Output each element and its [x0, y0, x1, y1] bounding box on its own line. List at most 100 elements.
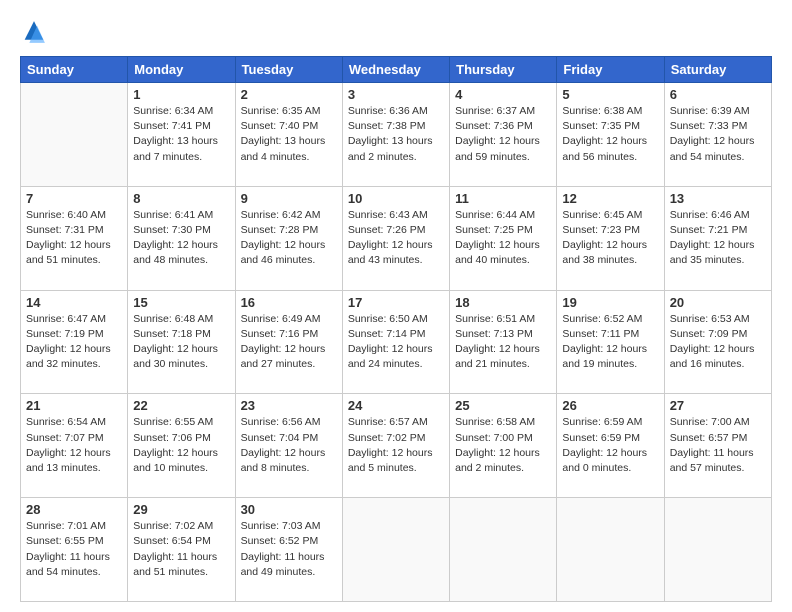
- day-info: Sunrise: 6:41 AMSunset: 7:30 PMDaylight:…: [133, 208, 229, 269]
- day-info-line: Daylight: 12 hours: [133, 238, 229, 253]
- day-info-line: Sunset: 7:07 PM: [26, 431, 122, 446]
- calendar-week-row: 7Sunrise: 6:40 AMSunset: 7:31 PMDaylight…: [21, 186, 772, 290]
- day-info-line: Daylight: 12 hours: [348, 342, 444, 357]
- day-info-line: Sunrise: 6:38 AM: [562, 104, 658, 119]
- day-info-line: Sunrise: 6:47 AM: [26, 312, 122, 327]
- day-number: 21: [26, 398, 122, 413]
- day-info-line: Daylight: 12 hours: [241, 342, 337, 357]
- day-info: Sunrise: 6:56 AMSunset: 7:04 PMDaylight:…: [241, 415, 337, 476]
- day-info-line: Sunset: 7:26 PM: [348, 223, 444, 238]
- calendar-cell: 28Sunrise: 7:01 AMSunset: 6:55 PMDayligh…: [21, 498, 128, 602]
- day-info-line: Sunrise: 6:43 AM: [348, 208, 444, 223]
- day-info-line: Daylight: 13 hours: [348, 134, 444, 149]
- day-info-line: Sunrise: 6:35 AM: [241, 104, 337, 119]
- day-info: Sunrise: 6:38 AMSunset: 7:35 PMDaylight:…: [562, 104, 658, 165]
- day-info-line: and 10 minutes.: [133, 461, 229, 476]
- day-number: 19: [562, 295, 658, 310]
- day-info-line: Daylight: 12 hours: [562, 342, 658, 357]
- day-info: Sunrise: 6:39 AMSunset: 7:33 PMDaylight:…: [670, 104, 766, 165]
- day-info-line: Daylight: 12 hours: [562, 446, 658, 461]
- day-info: Sunrise: 7:00 AMSunset: 6:57 PMDaylight:…: [670, 415, 766, 476]
- day-info-line: Daylight: 12 hours: [562, 134, 658, 149]
- day-number: 25: [455, 398, 551, 413]
- day-info-line: and 49 minutes.: [241, 565, 337, 580]
- day-number: 14: [26, 295, 122, 310]
- day-info-line: Sunset: 7:41 PM: [133, 119, 229, 134]
- day-number: 18: [455, 295, 551, 310]
- calendar-cell: 29Sunrise: 7:02 AMSunset: 6:54 PMDayligh…: [128, 498, 235, 602]
- day-info-line: Daylight: 12 hours: [670, 238, 766, 253]
- calendar-cell: 21Sunrise: 6:54 AMSunset: 7:07 PMDayligh…: [21, 394, 128, 498]
- day-info-line: Sunrise: 6:58 AM: [455, 415, 551, 430]
- calendar-cell: 18 Sunrise: 6:51 AMSunset: 7:13 PMDayligh…: [450, 290, 557, 394]
- calendar-table: SundayMondayTuesdayWednesdayThursdayFrid…: [20, 56, 772, 602]
- day-info-line: Sunrise: 6:50 AM: [348, 312, 444, 327]
- day-info-line: and 19 minutes.: [562, 357, 658, 372]
- day-info-line: Sunrise: 6:46 AM: [670, 208, 766, 223]
- calendar-cell: 27Sunrise: 7:00 AMSunset: 6:57 PMDayligh…: [664, 394, 771, 498]
- day-number: 12: [562, 191, 658, 206]
- day-info: Sunrise: 7:02 AMSunset: 6:54 PMDaylight:…: [133, 519, 229, 580]
- day-info-line: Sunrise: 6:51 AM: [455, 312, 551, 327]
- day-info-line: Sunset: 7:21 PM: [670, 223, 766, 238]
- day-info: Sunrise: 6:52 AMSunset: 7:11 PMDaylight:…: [562, 312, 658, 373]
- day-info-line: Sunset: 7:40 PM: [241, 119, 337, 134]
- day-info-line: and 54 minutes.: [26, 565, 122, 580]
- day-number: 3: [348, 87, 444, 102]
- day-info-line: Daylight: 11 hours: [241, 550, 337, 565]
- calendar-cell: 17Sunrise: 6:50 AMSunset: 7:14 PMDayligh…: [342, 290, 449, 394]
- calendar-cell: 25Sunrise: 6:58 AMSunset: 7:00 PMDayligh…: [450, 394, 557, 498]
- day-info-line: Sunrise: 7:03 AM: [241, 519, 337, 534]
- day-info-line: Sunset: 7:30 PM: [133, 223, 229, 238]
- day-info-line: and 48 minutes.: [133, 253, 229, 268]
- day-info-line: Sunset: 7:16 PM: [241, 327, 337, 342]
- calendar-cell: 14Sunrise: 6:47 AMSunset: 7:19 PMDayligh…: [21, 290, 128, 394]
- day-info-line: Daylight: 12 hours: [455, 446, 551, 461]
- calendar-cell: [557, 498, 664, 602]
- day-info: Sunrise: 6:59 AMSunset: 6:59 PMDaylight:…: [562, 415, 658, 476]
- day-info-line: Sunset: 7:33 PM: [670, 119, 766, 134]
- day-info-line: Sunrise: 6:40 AM: [26, 208, 122, 223]
- day-number: 5: [562, 87, 658, 102]
- day-info-line: Sunrise: 6:41 AM: [133, 208, 229, 223]
- day-info-line: Sunrise: 6:59 AM: [562, 415, 658, 430]
- day-info-line: Sunset: 7:13 PM: [455, 327, 551, 342]
- day-number: 16: [241, 295, 337, 310]
- day-info-line: Sunset: 6:59 PM: [562, 431, 658, 446]
- day-info-line: Sunrise: 6:57 AM: [348, 415, 444, 430]
- day-info-line: and 43 minutes.: [348, 253, 444, 268]
- calendar-cell: 9Sunrise: 6:42 AMSunset: 7:28 PMDaylight…: [235, 186, 342, 290]
- day-info-line: and 16 minutes.: [670, 357, 766, 372]
- day-info: Sunrise: 6:51 AMSunset: 7:13 PMDaylight:…: [455, 312, 551, 373]
- day-info-line: and 8 minutes.: [241, 461, 337, 476]
- day-info-line: and 46 minutes.: [241, 253, 337, 268]
- day-info-line: and 27 minutes.: [241, 357, 337, 372]
- day-info-line: Sunset: 7:35 PM: [562, 119, 658, 134]
- day-info: Sunrise: 6:42 AMSunset: 7:28 PMDaylight:…: [241, 208, 337, 269]
- day-info-line: Sunset: 7:09 PM: [670, 327, 766, 342]
- day-number: 22: [133, 398, 229, 413]
- day-info-line: and 35 minutes.: [670, 253, 766, 268]
- calendar-cell: 22Sunrise: 6:55 AMSunset: 7:06 PMDayligh…: [128, 394, 235, 498]
- calendar-cell: 20Sunrise: 6:53 AMSunset: 7:09 PMDayligh…: [664, 290, 771, 394]
- day-number: 26: [562, 398, 658, 413]
- day-number: 2: [241, 87, 337, 102]
- calendar-cell: 30Sunrise: 7:03 AMSunset: 6:52 PMDayligh…: [235, 498, 342, 602]
- day-info-line: Sunset: 7:36 PM: [455, 119, 551, 134]
- day-info: Sunrise: 6:40 AMSunset: 7:31 PMDaylight:…: [26, 208, 122, 269]
- day-info-line: Sunrise: 6:44 AM: [455, 208, 551, 223]
- day-info-line: Sunset: 7:23 PM: [562, 223, 658, 238]
- day-info-line: and 21 minutes.: [455, 357, 551, 372]
- day-info-line: Daylight: 12 hours: [348, 238, 444, 253]
- day-info: Sunrise: 6:57 AMSunset: 7:02 PMDaylight:…: [348, 415, 444, 476]
- day-info-line: Sunrise: 6:53 AM: [670, 312, 766, 327]
- calendar-header-friday: Friday: [557, 57, 664, 83]
- day-info-line: and 40 minutes.: [455, 253, 551, 268]
- page: SundayMondayTuesdayWednesdayThursdayFrid…: [0, 0, 792, 612]
- calendar-cell: 1Sunrise: 6:34 AMSunset: 7:41 PMDaylight…: [128, 83, 235, 187]
- day-info: Sunrise: 6:34 AMSunset: 7:41 PMDaylight:…: [133, 104, 229, 165]
- calendar-cell: 6Sunrise: 6:39 AMSunset: 7:33 PMDaylight…: [664, 83, 771, 187]
- day-info-line: Sunrise: 6:45 AM: [562, 208, 658, 223]
- calendar-cell: 19 Sunrise: 6:52 AMSunset: 7:11 PMDayligh…: [557, 290, 664, 394]
- day-number: 4: [455, 87, 551, 102]
